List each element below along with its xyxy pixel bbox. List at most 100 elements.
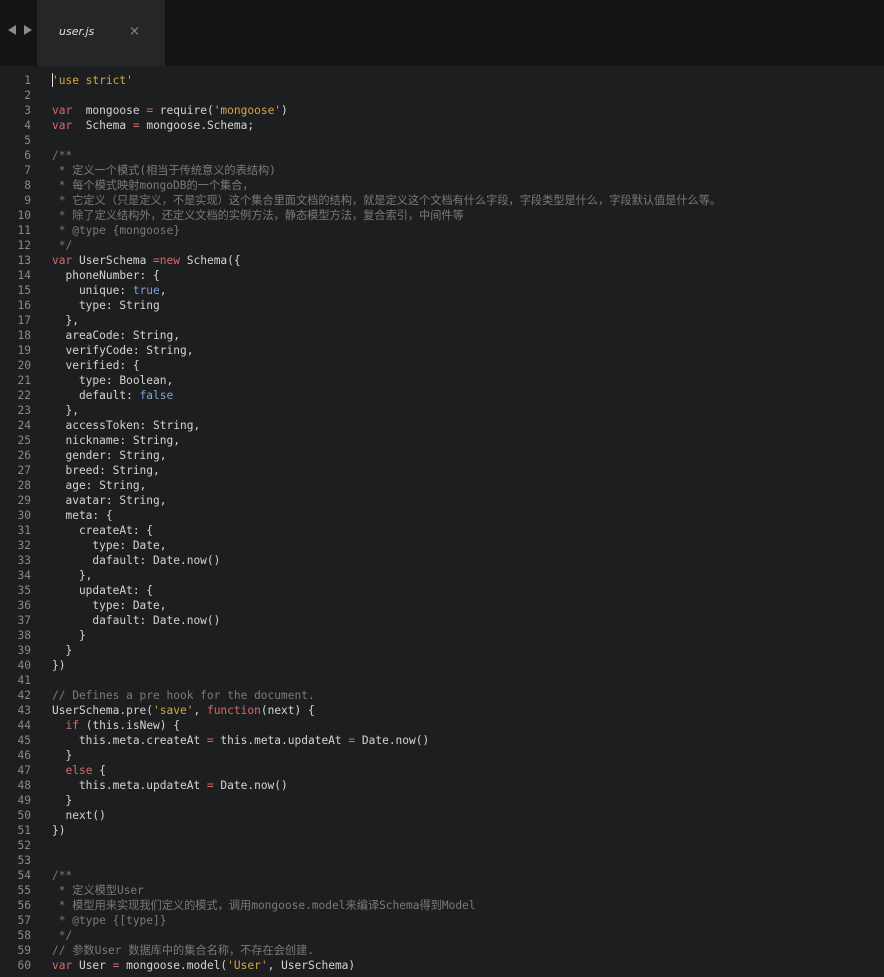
code-line[interactable]: 46 } [0, 748, 884, 763]
code-text: // Defines a pre hook for the document. [52, 688, 315, 703]
code-line[interactable]: 20 verified: { [0, 358, 884, 373]
code-text: } [52, 628, 86, 643]
line-number: 55 [17, 884, 31, 897]
line-number: 49 [17, 794, 31, 807]
code-line[interactable]: 59 // 参数User 数据库中的集合名称，不存在会创建. [0, 943, 884, 958]
code-line[interactable]: 3 var mongoose = require('mongoose') [0, 103, 884, 118]
code-line[interactable]: 27 breed: String, [0, 463, 884, 478]
code-line[interactable]: 6 /** [0, 148, 884, 163]
code-line[interactable]: 58 */ [0, 928, 884, 943]
code-editor[interactable]: 1'use strict' 2 3 var mongoose = require('m… [0, 66, 884, 977]
code-line[interactable]: 17 }, [0, 313, 884, 328]
code-line[interactable]: 26 gender: String, [0, 448, 884, 463]
line-number: 13 [17, 254, 31, 267]
code-token: accessToken: String, [52, 419, 201, 432]
code-line[interactable]: 40}) [0, 658, 884, 673]
code-line[interactable]: 39 } [0, 643, 884, 658]
code-token: // 参数User 数据库中的集合名称，不存在会创建. [52, 944, 314, 957]
code-line[interactable]: 10 * 除了定义结构外，还定义文档的实例方法，静态模型方法，复合索引，中间件等 [0, 208, 884, 223]
code-line[interactable]: 29 avatar: String, [0, 493, 884, 508]
code-line[interactable]: 5 [0, 133, 884, 148]
code-line[interactable]: 36 type: Date, [0, 598, 884, 613]
code-line[interactable]: 16 type: String [0, 298, 884, 313]
code-line[interactable]: 57 * @type {[type]} [0, 913, 884, 928]
code-token: }) [52, 659, 66, 672]
code-line[interactable]: 45 this.meta.createAt = this.meta.update… [0, 733, 884, 748]
line-number: 7 [24, 164, 31, 177]
code-token: Schema [72, 119, 133, 132]
code-line[interactable]: 30 meta: { [0, 508, 884, 523]
code-line[interactable]: 2 [0, 88, 884, 103]
line-number: 29 [17, 494, 31, 507]
code-line[interactable]: 21 type: Boolean, [0, 373, 884, 388]
line-number: 25 [17, 434, 31, 447]
code-line[interactable]: 42 // Defines a pre hook for the document… [0, 688, 884, 703]
line-number: 10 [17, 209, 31, 222]
code-line[interactable]: 33 dafault: Date.now() [0, 553, 884, 568]
line-number: 9 [24, 194, 31, 207]
code-line[interactable]: 34 }, [0, 568, 884, 583]
code-text: * 定义模型User [52, 883, 144, 898]
code-token: var [52, 119, 73, 132]
line-number: 40 [17, 659, 31, 672]
line-number: 57 [17, 914, 31, 927]
code-line[interactable]: 60 var User = mongoose.model('User', User… [0, 958, 884, 973]
code-line[interactable]: 50 next() [0, 808, 884, 823]
code-text: */ [52, 928, 72, 943]
code-line[interactable]: 14 phoneNumber: { [0, 268, 884, 283]
code-token: 'mongoose' [213, 104, 282, 117]
code-line[interactable]: 13 var UserSchema =new Schema({ [0, 253, 884, 268]
code-line[interactable]: 35 updateAt: { [0, 583, 884, 598]
nav-forward-icon[interactable] [24, 25, 32, 35]
code-line[interactable]: 48 this.meta.updateAt = Date.now() [0, 778, 884, 793]
code-line[interactable]: 31 createAt: { [0, 523, 884, 538]
code-line[interactable]: 43 UserSchema.pre('save', function(next) … [0, 703, 884, 718]
line-number: 16 [17, 299, 31, 312]
code-line[interactable]: 11 * @type {mongoose} [0, 223, 884, 238]
code-line[interactable]: 55 * 定义模型User [0, 883, 884, 898]
code-line[interactable]: 37 dafault: Date.now() [0, 613, 884, 628]
code-text: type: Boolean, [52, 373, 173, 388]
code-token: * @type {mongoose} [52, 224, 180, 237]
code-line[interactable]: 41 [0, 673, 884, 688]
code-line[interactable]: 53 [0, 853, 884, 868]
code-line[interactable]: 18 areaCode: String, [0, 328, 884, 343]
code-token: if [65, 719, 79, 732]
code-line[interactable]: 25 nickname: String, [0, 433, 884, 448]
line-number: 38 [17, 629, 31, 642]
code-line[interactable]: 44 if (this.isNew) { [0, 718, 884, 733]
code-line[interactable]: 15 unique: true, [0, 283, 884, 298]
code-text: /** [52, 868, 72, 883]
code-text: }) [52, 658, 65, 673]
code-line[interactable]: 47 else { [0, 763, 884, 778]
code-line[interactable]: 8 * 每个模式映射mongoDB的一个集合， [0, 178, 884, 193]
code-line[interactable]: 51}) [0, 823, 884, 838]
code-line[interactable]: 4 var Schema = mongoose.Schema; [0, 118, 884, 133]
code-line[interactable]: 24 accessToken: String, [0, 418, 884, 433]
code-token: Date.now() [213, 779, 288, 792]
line-number: 48 [17, 779, 31, 792]
code-line[interactable]: 49 } [0, 793, 884, 808]
code-line[interactable]: 56 * 模型用来实现我们定义的模式，调用mongoose.model来编译Sc… [0, 898, 884, 913]
code-line[interactable]: 9 * 它定义（只是定义，不是实现）这个集合里面文档的结构，就是定义这个文档有什… [0, 193, 884, 208]
code-line[interactable]: 19 verifyCode: String, [0, 343, 884, 358]
code-token: unique: [52, 284, 133, 297]
code-line[interactable]: 32 type: Date, [0, 538, 884, 553]
code-line[interactable]: 28 age: String, [0, 478, 884, 493]
code-line[interactable]: 38 } [0, 628, 884, 643]
line-number: 43 [17, 704, 31, 717]
nav-back-icon[interactable] [8, 25, 16, 35]
code-token: UserSchema.pre( [52, 704, 154, 717]
code-line[interactable]: 22 default: false [0, 388, 884, 403]
code-line[interactable]: 1 'use strict' [0, 73, 884, 88]
code-text: * @type {mongoose} [52, 223, 180, 238]
code-line[interactable]: 7 * 定义一个模式(相当于传统意义的表结构) [0, 163, 884, 178]
code-line[interactable]: 23 }, [0, 403, 884, 418]
code-text: type: Date, [52, 538, 166, 553]
code-line[interactable]: 54 /** [0, 868, 884, 883]
code-line[interactable]: 12 */ [0, 238, 884, 253]
code-line[interactable]: 52 [0, 838, 884, 853]
code-token: ) [281, 104, 288, 117]
tab-user-js[interactable]: user.js × [37, 0, 165, 66]
close-icon[interactable]: × [129, 24, 140, 40]
